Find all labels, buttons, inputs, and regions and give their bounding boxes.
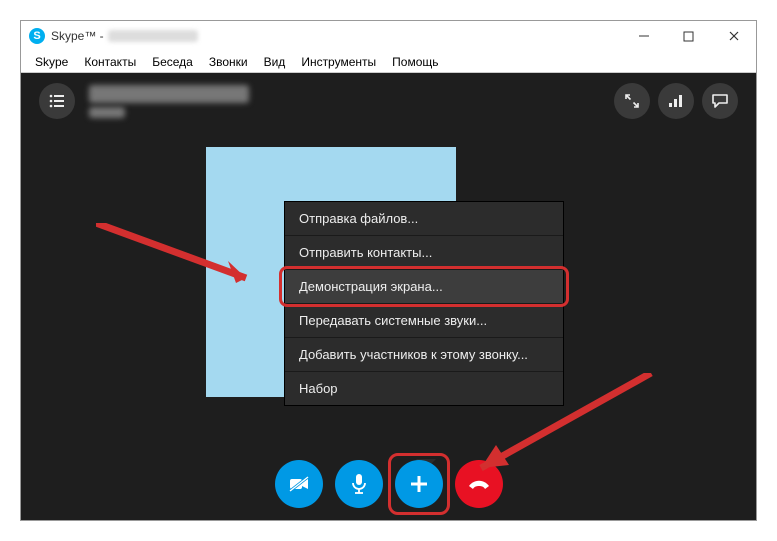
skype-logo-icon: S bbox=[29, 28, 45, 44]
window-controls bbox=[621, 21, 756, 51]
hangup-button[interactable] bbox=[455, 460, 503, 508]
app-window: S Skype™ - Skype Контакты Беседа Звонки … bbox=[20, 20, 757, 521]
contact-name-blurred bbox=[89, 85, 249, 103]
menu-contacts[interactable]: Контакты bbox=[76, 53, 144, 71]
contact-sub-blurred bbox=[89, 107, 125, 118]
menu-item-label: Отправка файлов... bbox=[299, 211, 418, 226]
plus-popup-menu: Отправка файлов... Отправить контакты...… bbox=[284, 201, 564, 406]
menu-calls[interactable]: Звонки bbox=[201, 53, 256, 71]
titlebar: S Skype™ - bbox=[21, 21, 756, 51]
menu-view[interactable]: Вид bbox=[256, 53, 294, 71]
menu-item-label: Добавить участников к этому звонку... bbox=[299, 347, 528, 362]
contact-name-area bbox=[89, 85, 249, 118]
plus-button[interactable] bbox=[395, 460, 443, 508]
menu-help[interactable]: Помощь bbox=[384, 53, 446, 71]
call-view: Отправка файлов... Отправить контакты...… bbox=[21, 73, 756, 520]
menu-conversation[interactable]: Беседа bbox=[144, 53, 201, 71]
menu-item-share-screen[interactable]: Демонстрация экрана... bbox=[285, 270, 563, 304]
menu-item-add-participants[interactable]: Добавить участников к этому звонку... bbox=[285, 338, 563, 372]
menu-item-label: Набор bbox=[299, 381, 338, 396]
conversation-list-button[interactable] bbox=[39, 83, 75, 119]
call-quality-button[interactable] bbox=[658, 83, 694, 119]
menu-item-send-files[interactable]: Отправка файлов... bbox=[285, 202, 563, 236]
menu-item-send-contacts[interactable]: Отправить контакты... bbox=[285, 236, 563, 270]
maximize-button[interactable] bbox=[666, 21, 711, 51]
fullscreen-button[interactable] bbox=[614, 83, 650, 119]
menu-item-label: Демонстрация экрана... bbox=[299, 279, 443, 294]
menu-item-system-sounds[interactable]: Передавать системные звуки... bbox=[285, 304, 563, 338]
menu-item-dial[interactable]: Набор bbox=[285, 372, 563, 405]
window-title: Skype™ - bbox=[51, 29, 104, 43]
mic-toggle-button[interactable] bbox=[335, 460, 383, 508]
window-title-user-blurred bbox=[108, 30, 198, 42]
menu-item-label: Отправить контакты... bbox=[299, 245, 432, 260]
camera-toggle-button[interactable] bbox=[275, 460, 323, 508]
minimize-button[interactable] bbox=[621, 21, 666, 51]
menu-item-label: Передавать системные звуки... bbox=[299, 313, 487, 328]
call-controls bbox=[21, 460, 756, 508]
close-button[interactable] bbox=[711, 21, 756, 51]
chat-button[interactable] bbox=[702, 83, 738, 119]
menubar: Skype Контакты Беседа Звонки Вид Инструм… bbox=[21, 51, 756, 73]
menu-skype[interactable]: Skype bbox=[27, 53, 76, 71]
call-header bbox=[39, 83, 738, 119]
menu-tools[interactable]: Инструменты bbox=[293, 53, 384, 71]
